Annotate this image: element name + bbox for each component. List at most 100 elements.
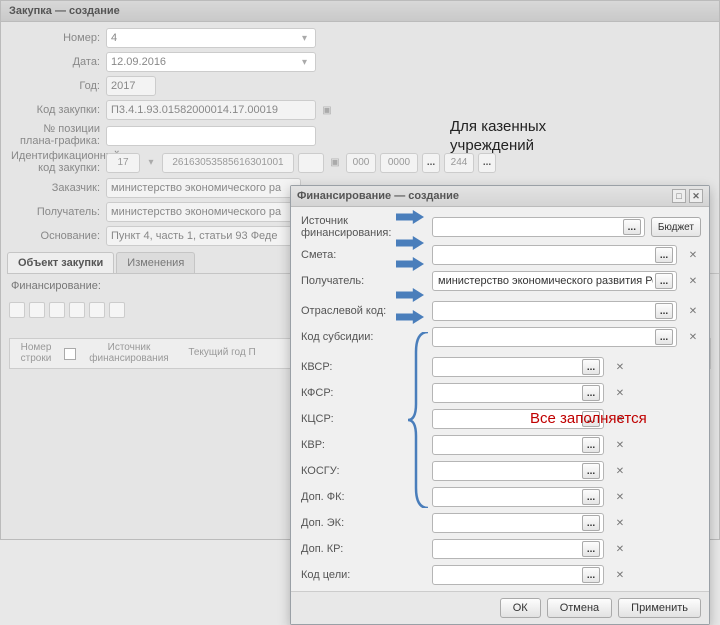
clear-icon[interactable]: ✕	[612, 436, 628, 454]
cancel-button[interactable]: Отмена	[547, 598, 612, 618]
clear-icon[interactable]: ✕	[685, 246, 701, 264]
th-row: Номер строки	[16, 343, 56, 364]
browse-button[interactable]: ...	[623, 219, 641, 235]
input-kosgu[interactable]	[436, 465, 582, 477]
label-id: Идентификационный код закупки:	[11, 151, 106, 174]
browse-button[interactable]: ...	[655, 303, 673, 319]
brace-icon	[408, 332, 432, 508]
clear-icon[interactable]: ✕	[612, 462, 628, 480]
dropdown-icon[interactable]: ▾	[298, 31, 311, 45]
id-seg6[interactable]: 244	[444, 153, 474, 173]
id-seg1[interactable]: 17	[106, 153, 140, 173]
browse-button[interactable]: ...	[582, 359, 600, 375]
browse-button[interactable]: ...	[582, 541, 600, 557]
tab-object[interactable]: Объект закупки	[7, 252, 114, 273]
input-dopek[interactable]	[436, 517, 582, 529]
financing-modal: Финансирование — создание □ ✕ Источник ф…	[290, 185, 710, 625]
label-recipient: Получатель:	[11, 206, 106, 218]
clear-icon[interactable]: ✕	[685, 302, 701, 320]
clear-icon[interactable]: ✕	[612, 358, 628, 376]
browse-button[interactable]: ...	[582, 463, 600, 479]
edit-icon[interactable]	[49, 302, 65, 318]
th-source: Источник финансирования	[84, 343, 174, 364]
calendar-icon[interactable]: ▾	[298, 55, 311, 69]
input-goal[interactable]	[436, 569, 582, 581]
browse-button[interactable]: ...	[655, 273, 673, 289]
clear-icon[interactable]: ✕	[685, 272, 701, 290]
label-number: Номер:	[11, 32, 106, 44]
chevron-down-icon[interactable]: ▾	[144, 156, 158, 170]
delete-icon[interactable]	[69, 302, 85, 318]
id-seg3[interactable]	[298, 153, 324, 173]
id-btn[interactable]: ...	[422, 153, 440, 173]
label-code: Код закупки:	[11, 104, 106, 116]
new-icon[interactable]	[9, 302, 25, 318]
th-year: Текущий год П	[182, 348, 262, 359]
input-recipient2[interactable]	[436, 275, 655, 287]
label-smeta: Смета:	[301, 249, 426, 261]
clear-icon[interactable]: ✕	[612, 384, 628, 402]
browse-button[interactable]: ...	[655, 329, 673, 345]
input-plan-pos[interactable]	[111, 130, 311, 142]
browse-button[interactable]: ...	[582, 515, 600, 531]
input-smeta[interactable]	[436, 249, 655, 261]
browse-button[interactable]: ...	[582, 437, 600, 453]
main-title: Закупка — создание	[1, 1, 719, 22]
label-customer: Заказчик:	[11, 182, 106, 194]
input-date[interactable]	[111, 56, 298, 68]
label-plan-pos: № позиции плана-графика:	[11, 124, 106, 147]
id-seg5[interactable]: 0000	[380, 153, 418, 173]
label-recipient2: Получатель:	[301, 275, 426, 287]
tab-changes[interactable]: Изменения	[116, 252, 195, 273]
gear-icon[interactable]	[109, 302, 125, 318]
modal-footer: ОК Отмена Применить	[291, 591, 709, 624]
input-dopkr[interactable]	[436, 543, 582, 555]
id-seg4[interactable]: 000	[346, 153, 376, 173]
close-icon[interactable]: ✕	[689, 189, 703, 203]
input-source[interactable]	[436, 221, 623, 233]
clear-icon[interactable]: ✕	[685, 328, 701, 346]
maximize-icon[interactable]: □	[672, 189, 686, 203]
input-subsidy[interactable]	[436, 331, 655, 343]
modal-title: Финансирование — создание	[297, 190, 459, 202]
copy-icon[interactable]: ▣	[328, 156, 342, 170]
input-dopfk[interactable]	[436, 491, 582, 503]
note-fill: Все заполняется	[530, 410, 650, 429]
input-number[interactable]	[111, 32, 298, 44]
note-top: Для казенных учреждений	[450, 118, 630, 156]
id-seg2[interactable]: 2616305358561630​1001	[162, 153, 294, 173]
label-year: Год:	[11, 80, 106, 92]
add-icon[interactable]	[29, 302, 45, 318]
browse-button[interactable]: ...	[582, 567, 600, 583]
input-recipient	[111, 206, 296, 218]
input-branch[interactable]	[436, 305, 655, 317]
clear-icon[interactable]: ✕	[612, 566, 628, 584]
input-kfsr[interactable]	[436, 387, 582, 399]
modal-body: Источник финансирования: ... Бюджет Смет…	[291, 207, 709, 591]
label-goal: Код цели:	[301, 569, 426, 581]
budget-button[interactable]: Бюджет	[651, 217, 701, 237]
input-kvsr[interactable]	[436, 361, 582, 373]
clear-icon[interactable]: ✕	[612, 514, 628, 532]
input-code	[111, 104, 311, 116]
input-year	[111, 80, 151, 92]
ok-button[interactable]: ОК	[500, 598, 541, 618]
find-icon[interactable]	[89, 302, 105, 318]
browse-button[interactable]: ...	[582, 385, 600, 401]
id-btn2[interactable]: ...	[478, 153, 496, 173]
copy-icon[interactable]: ▣	[320, 103, 334, 117]
input-basis	[111, 230, 296, 242]
clear-icon[interactable]: ✕	[612, 488, 628, 506]
label-basis: Основание:	[11, 230, 106, 242]
input-kvr[interactable]	[436, 439, 582, 451]
browse-button[interactable]: ...	[582, 489, 600, 505]
id-row: 17 ▾ 2616305358561630​1001 ▣ 000 0000 ..…	[106, 153, 496, 173]
th-checkbox[interactable]	[64, 348, 76, 360]
clear-icon[interactable]: ✕	[612, 540, 628, 558]
browse-button[interactable]: ...	[655, 247, 673, 263]
apply-button[interactable]: Применить	[618, 598, 701, 618]
label-dopkr: Доп. КР:	[301, 543, 426, 555]
input-customer	[111, 182, 296, 194]
label-date: Дата:	[11, 56, 106, 68]
label-dopek: Доп. ЭК:	[301, 517, 426, 529]
